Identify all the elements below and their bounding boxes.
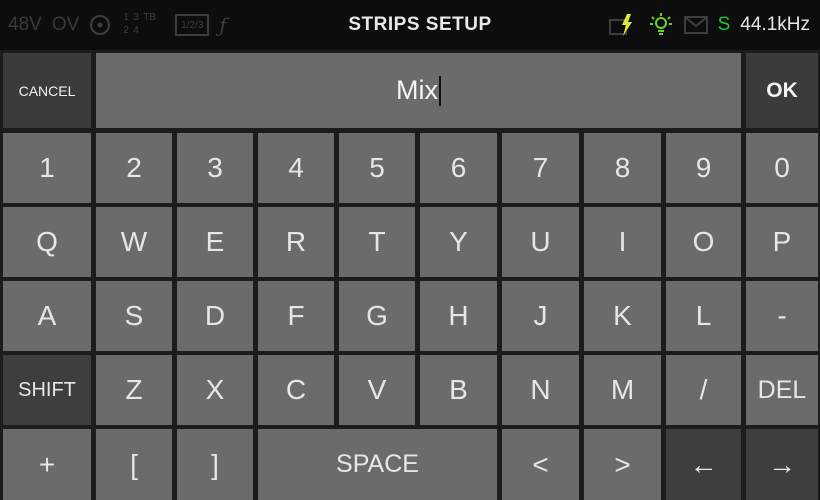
key-d[interactable]: D bbox=[177, 281, 253, 351]
cursor-right-key[interactable]: → bbox=[746, 429, 818, 500]
key-6[interactable]: 6 bbox=[420, 133, 497, 203]
overload-indicator: OV bbox=[51, 14, 80, 35]
mail-icon bbox=[683, 16, 708, 34]
key-l[interactable]: L bbox=[666, 281, 741, 351]
key-z[interactable]: Z bbox=[96, 355, 172, 425]
shift-key[interactable]: SHIFT bbox=[3, 355, 91, 425]
on-screen-keyboard: 1 2 3 4 5 6 7 8 9 0 Q W E R T Y U I O P … bbox=[0, 133, 820, 500]
key-f[interactable]: F bbox=[258, 281, 334, 351]
key-bracket-close[interactable]: ] bbox=[177, 429, 253, 500]
key-j[interactable]: J bbox=[502, 281, 579, 351]
key-4[interactable]: 4 bbox=[258, 133, 334, 203]
key-7[interactable]: 7 bbox=[502, 133, 579, 203]
external-power-icon bbox=[608, 12, 638, 38]
phantom-power-indicator: 48V bbox=[8, 14, 42, 35]
bus-grid-indicator: 1 3 TB 2 4 bbox=[123, 12, 157, 36]
delete-key[interactable]: DEL bbox=[746, 355, 818, 425]
key-n[interactable]: N bbox=[502, 355, 579, 425]
strip-name-field[interactable]: Mix bbox=[96, 53, 741, 128]
status-right-indicators: S 44.1kHz bbox=[608, 0, 810, 50]
status-left-indicators: 48V OV 1 3 TB 2 4 1/2/3 ƒ bbox=[8, 0, 227, 50]
key-g[interactable]: G bbox=[339, 281, 415, 351]
sample-rate-display: 44.1kHz bbox=[740, 14, 810, 35]
key-plus[interactable]: + bbox=[3, 429, 91, 500]
key-k[interactable]: K bbox=[584, 281, 661, 351]
key-b[interactable]: B bbox=[420, 355, 497, 425]
key-c[interactable]: C bbox=[258, 355, 334, 425]
key-8[interactable]: 8 bbox=[584, 133, 661, 203]
key-1[interactable]: 1 bbox=[3, 133, 91, 203]
key-less-than[interactable]: < bbox=[502, 429, 579, 500]
status-bar: 48V OV 1 3 TB 2 4 1/2/3 ƒ STRIPS SETUP S… bbox=[0, 0, 820, 50]
name-entry-row: CANCEL Mix OK bbox=[0, 53, 820, 128]
key-0[interactable]: 0 bbox=[746, 133, 818, 203]
function-icon: ƒ bbox=[219, 13, 227, 37]
key-y[interactable]: Y bbox=[420, 207, 497, 277]
key-5[interactable]: 5 bbox=[339, 133, 415, 203]
key-i[interactable]: I bbox=[584, 207, 661, 277]
key-h[interactable]: H bbox=[420, 281, 497, 351]
key-slash[interactable]: / bbox=[666, 355, 741, 425]
key-e[interactable]: E bbox=[177, 207, 253, 277]
cursor-left-key[interactable]: ← bbox=[666, 429, 741, 500]
key-p[interactable]: P bbox=[746, 207, 818, 277]
key-9[interactable]: 9 bbox=[666, 133, 741, 203]
cancel-button[interactable]: CANCEL bbox=[3, 53, 91, 128]
key-t[interactable]: T bbox=[339, 207, 415, 277]
key-v[interactable]: V bbox=[339, 355, 415, 425]
key-r[interactable]: R bbox=[258, 207, 334, 277]
key-s[interactable]: S bbox=[96, 281, 172, 351]
key-o[interactable]: O bbox=[666, 207, 741, 277]
page-title: STRIPS SETUP bbox=[348, 14, 492, 35]
key-u[interactable]: U bbox=[502, 207, 579, 277]
key-dash[interactable]: - bbox=[746, 281, 818, 351]
sync-status-indicator: S bbox=[717, 14, 731, 35]
key-a[interactable]: A bbox=[3, 281, 91, 351]
input-knob-icon bbox=[89, 14, 111, 36]
screen: 48V OV 1 3 TB 2 4 1/2/3 ƒ STRIPS SETUP S… bbox=[0, 0, 820, 500]
strip-name-value: Mix bbox=[396, 75, 438, 105]
key-greater-than[interactable]: > bbox=[584, 429, 661, 500]
key-q[interactable]: Q bbox=[3, 207, 91, 277]
ok-button[interactable]: OK bbox=[746, 53, 818, 128]
key-w[interactable]: W bbox=[96, 207, 172, 277]
key-3[interactable]: 3 bbox=[177, 133, 253, 203]
key-bracket-open[interactable]: [ bbox=[96, 429, 172, 500]
space-key[interactable]: SPACE bbox=[258, 429, 497, 500]
key-2[interactable]: 2 bbox=[96, 133, 172, 203]
key-m[interactable]: M bbox=[584, 355, 661, 425]
text-cursor bbox=[439, 75, 441, 106]
routing-box-icon: 1/2/3 bbox=[175, 14, 210, 36]
lamp-icon bbox=[648, 12, 674, 38]
key-x[interactable]: X bbox=[177, 355, 253, 425]
